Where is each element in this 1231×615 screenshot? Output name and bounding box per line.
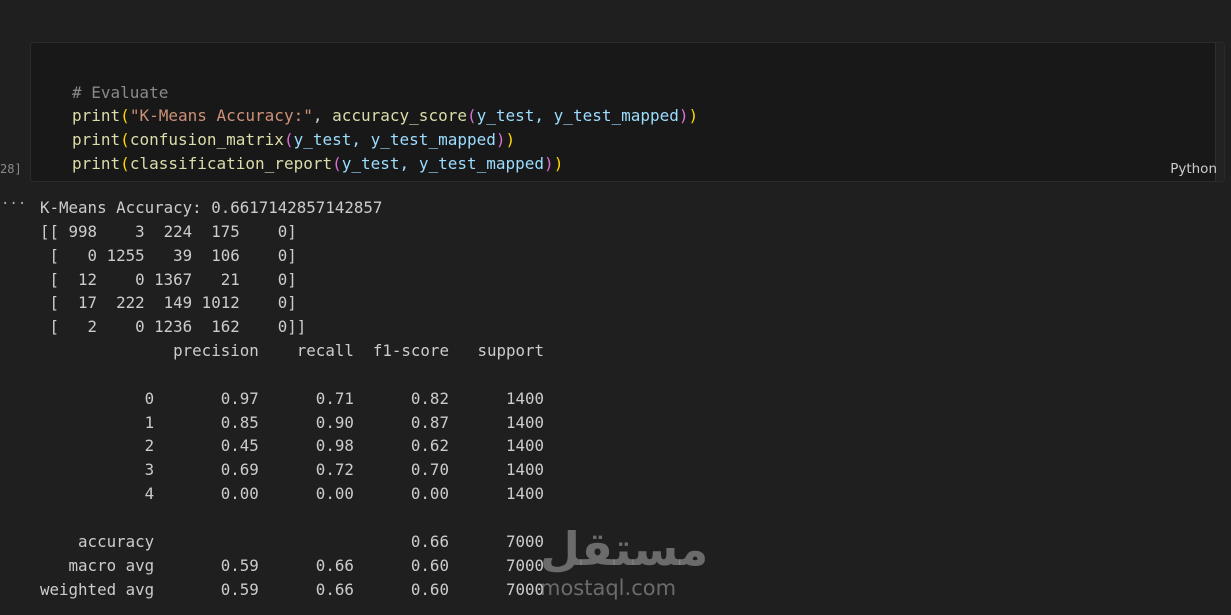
code-token-paren: ( bbox=[466, 106, 477, 126]
code-comment: # Evaluate bbox=[72, 82, 169, 102]
code-token-paren: ( bbox=[283, 130, 294, 150]
output-more-actions-icon[interactable]: ··· bbox=[1, 196, 26, 212]
code-cell[interactable]: # Evaluate print("K-Means Accuracy:", acc… bbox=[30, 42, 1225, 182]
code-line-2: print("K-Means Accuracy:", accuracy_scor… bbox=[72, 104, 698, 128]
watermark-latin-text: mostaql.com bbox=[540, 576, 677, 600]
code-token-fn: print bbox=[72, 130, 121, 150]
code-token-paren: ) bbox=[544, 153, 554, 173]
code-token-paren: ( bbox=[120, 130, 130, 150]
code-token-fn: print bbox=[72, 106, 121, 126]
code-token-args: y_test, y_test_mapped bbox=[476, 106, 679, 126]
watermark-logo: مستقل mostaql.com bbox=[540, 522, 709, 604]
code-token-fn: classification_report bbox=[129, 153, 333, 173]
code-token-paren: ( bbox=[120, 106, 130, 126]
code-line-3: print(confusion_matrix(y_test, y_test_ma… bbox=[72, 128, 698, 152]
watermark-arabic-text: مستقل bbox=[540, 522, 709, 576]
code-token-paren: ) bbox=[688, 106, 699, 126]
code-token-fn: print bbox=[72, 153, 121, 173]
code-token-paren: ) bbox=[553, 153, 564, 173]
code-token-paren: ( bbox=[332, 153, 342, 173]
code-token-args: y_test, y_test_mapped bbox=[293, 130, 496, 150]
code-line-1: # Evaluate bbox=[72, 81, 698, 105]
cell-language-label[interactable]: Python bbox=[1170, 161, 1217, 177]
code-token-fn: accuracy_score bbox=[332, 106, 467, 126]
code-token-args: y_test, y_test_mapped bbox=[341, 153, 545, 173]
code-token-paren: ) bbox=[678, 106, 689, 126]
code-token-paren: ) bbox=[495, 130, 506, 150]
cell-output: K-Means Accuracy: 0.6617142857142857 [[ … bbox=[40, 198, 545, 599]
code-token-fn: confusion_matrix bbox=[129, 130, 284, 150]
code-token-comma: , bbox=[312, 106, 333, 126]
code-token-paren: ( bbox=[120, 153, 130, 173]
code-token-paren: ) bbox=[505, 130, 516, 150]
notebook-page: # Evaluate print("K-Means Accuracy:", acc… bbox=[0, 0, 1231, 615]
code-token-string: "K-Means Accuracy:" bbox=[129, 106, 313, 126]
code-line-4: print(classification_report(y_test, y_te… bbox=[72, 152, 698, 176]
execution-count: 28] bbox=[0, 162, 22, 176]
